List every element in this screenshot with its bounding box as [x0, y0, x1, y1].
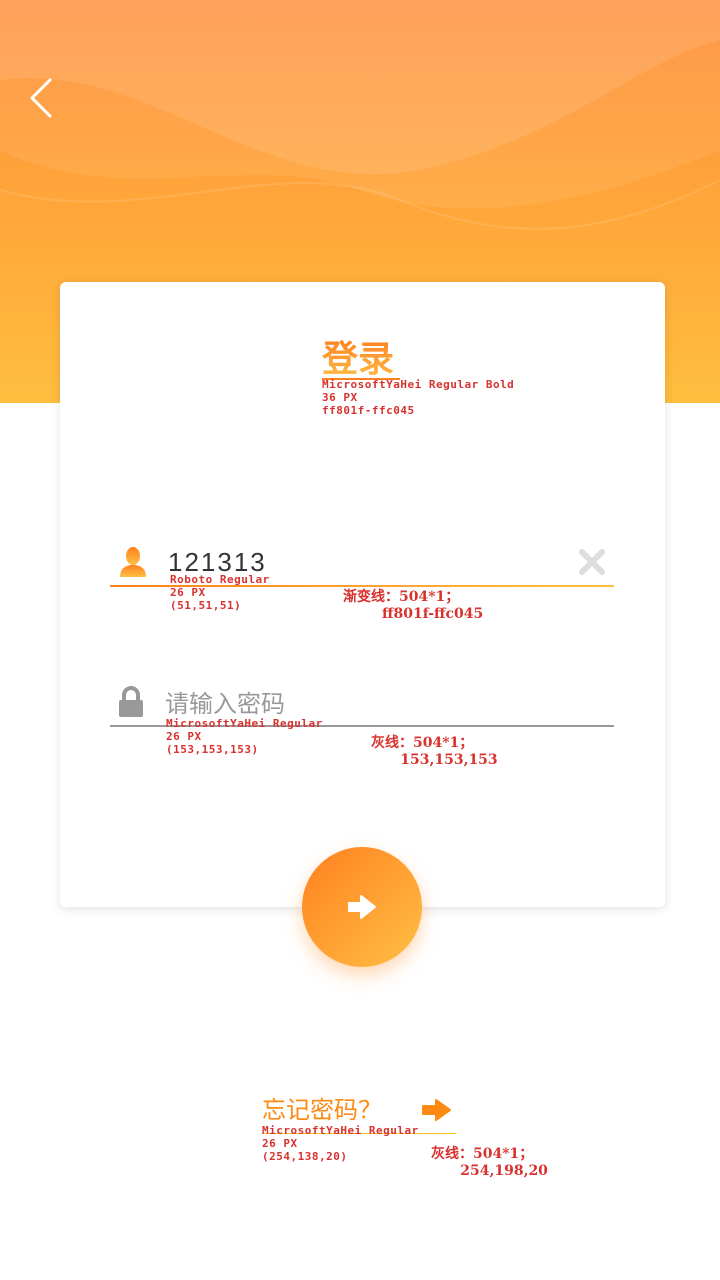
close-icon: [579, 549, 605, 575]
arrow-right-icon: [422, 1099, 451, 1121]
chevron-left-icon: [30, 78, 52, 118]
user-icon: [118, 546, 148, 578]
username-line-annotation: 渐变线：504*1； ff801f-ffc045: [343, 589, 484, 622]
forgot-password-link[interactable]: 忘记密码？: [262, 1094, 382, 1126]
submit-button[interactable]: [302, 847, 422, 967]
page-title: 登录: [322, 339, 395, 380]
lock-icon: [117, 686, 145, 718]
clear-username-button[interactable]: [578, 548, 606, 576]
arrow-right-icon: [348, 895, 376, 919]
password-line-annotation: 灰线：504*1； 153,153,153: [371, 735, 498, 768]
password-annotation: MicrosoftYaHei Regular 26 PX (153,153,15…: [166, 717, 323, 756]
forgot-line-annotation: 灰线：504*1； 254,198,20: [431, 1146, 548, 1179]
forgot-annotation: MicrosoftYaHei Regular 26 PX (254,138,20…: [262, 1124, 419, 1163]
title-annotation: MicrosoftYaHei Regular Bold 36 PX ff801f…: [322, 378, 515, 417]
username-annotation: Roboto Regular 26 PX (51,51,51): [170, 573, 270, 612]
back-button[interactable]: [20, 74, 64, 122]
forgot-password-arrow[interactable]: [421, 1097, 453, 1123]
